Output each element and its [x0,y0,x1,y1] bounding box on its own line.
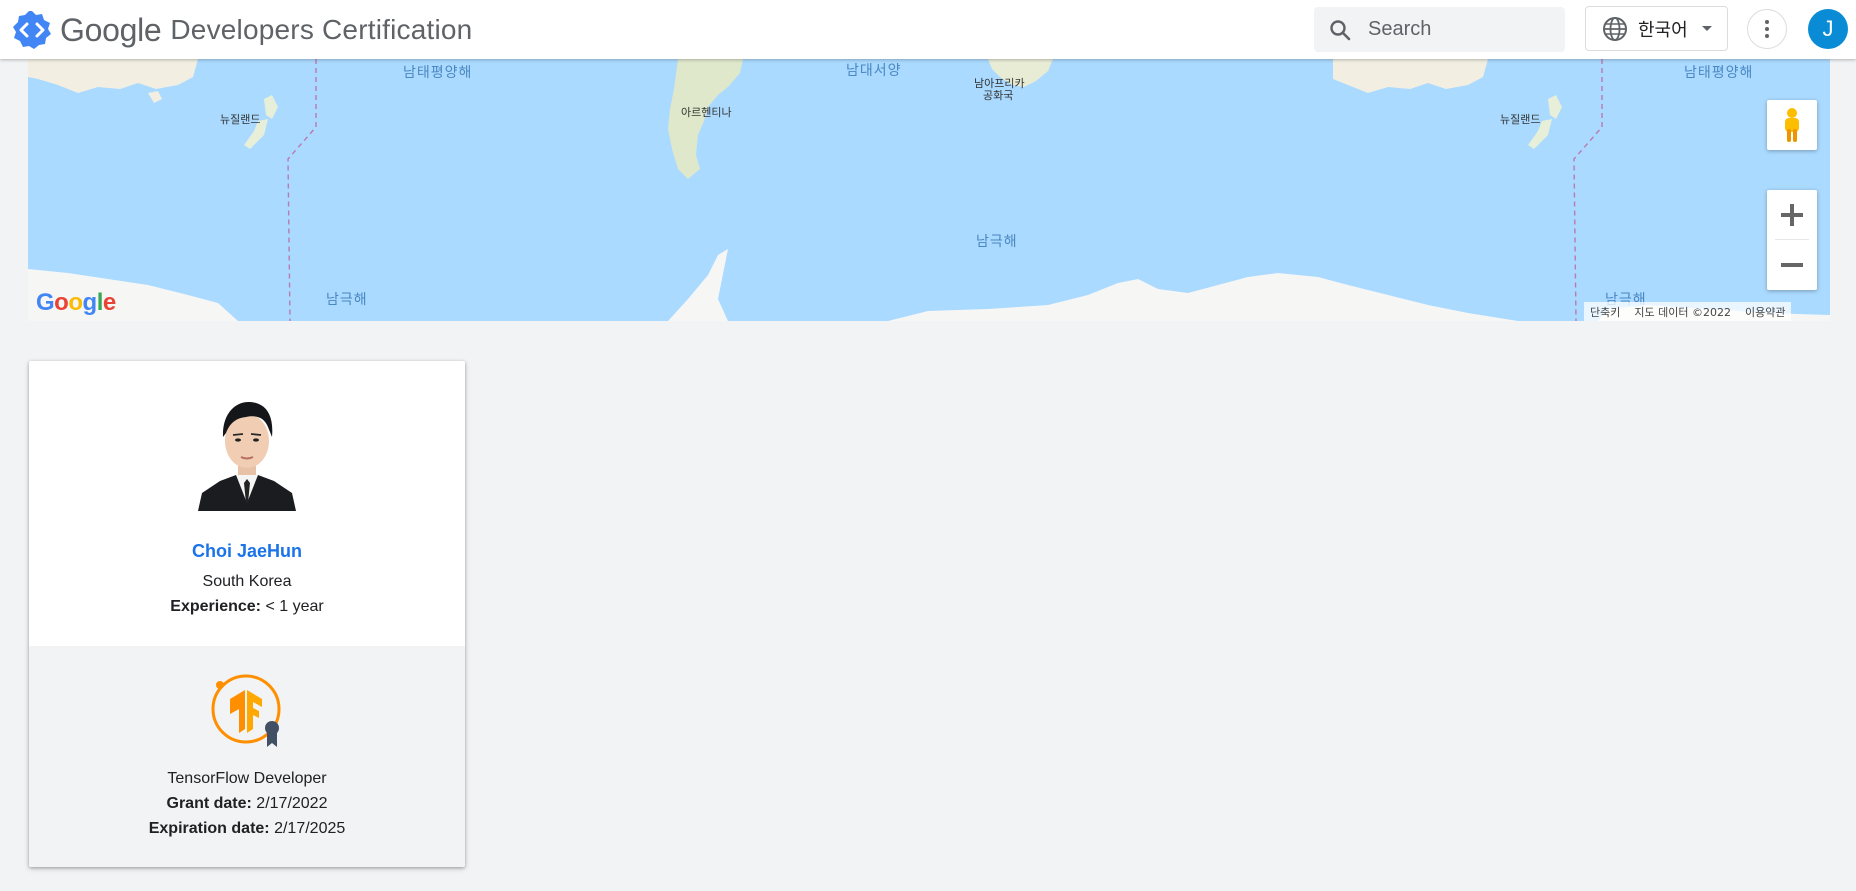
certification-section: TensorFlow Developer Grant date: 2/17/20… [29,646,465,867]
map-label-southern-ocean: 남극해 [976,234,1018,250]
map-label-south-pacific: 남태평양해 [403,65,473,81]
map-google-logo[interactable]: Google [36,289,116,317]
grant-date-value: 2/17/2022 [256,795,328,812]
grant-date: Grant date: 2/17/2022 [29,795,465,813]
expiration-date-label: Expiration date: [148,820,270,837]
brand-title: Developers Certification [170,14,473,45]
map-zoom-controls [1767,190,1817,290]
developer-experience: Experience: < 1 year [29,598,465,616]
globe-icon [1603,16,1627,41]
profile-section: Choi JaeHun South Korea Experience: < 1 … [29,361,465,646]
map-label-new-zealand-right: 뉴질랜드 [1500,113,1541,126]
account-avatar-button[interactable]: J [1808,9,1848,49]
developer-country: South Korea [202,573,292,590]
profile-photo [198,393,296,511]
certification-name: TensorFlow Developer [167,770,327,787]
chevron-down-icon [1701,26,1712,31]
map-label-southern-ocean-left: 남극해 [326,292,368,308]
brand[interactable]: Google Developers Certification [12,10,472,50]
search-icon [1330,19,1351,40]
experience-value: < 1 year [265,598,324,615]
language-label: 한국어 [1638,19,1688,40]
map-label-new-zealand: 뉴질랜드 [220,113,261,126]
plus-icon-vertical [1790,204,1794,226]
zoom-out-button[interactable] [1767,240,1817,290]
developers-logo-icon [13,11,51,49]
minus-icon [1781,263,1803,267]
brand-google-wordmark: Google [60,11,162,48]
map-data-attribution: 지도 데이터 ©2022 [1634,305,1731,319]
developer-name[interactable]: Choi JaeHun [29,541,465,562]
pegman-icon [1785,108,1799,142]
more-vert-icon-dot [1765,20,1769,24]
street-view-pegman-button[interactable] [1767,100,1817,150]
search-input[interactable] [1366,17,1546,42]
map-label-south-pacific-right: 남태평양해 [1684,65,1754,81]
expiration-date: Expiration date: 2/17/2025 [29,820,465,838]
map-label-south-africa-2: 공화국 [983,89,1014,102]
map-tiles [28,59,1830,321]
language-select[interactable]: 한국어 [1585,6,1728,51]
search-box[interactable] [1314,7,1565,52]
expiration-date-value: 2/17/2025 [274,820,346,837]
keyboard-shortcuts-link[interactable]: 단축키 [1590,304,1620,320]
zoom-in-button[interactable] [1767,190,1817,240]
map-label-south-atlantic: 남대서양 [846,63,902,79]
experience-label: Experience: [170,598,261,615]
tensorflow-certificate-badge-icon [211,674,281,747]
more-vert-icon-dot [1765,34,1769,38]
more-vert-icon-dot [1765,27,1769,31]
terms-link[interactable]: 이용약관 [1745,304,1785,320]
more-options-button[interactable] [1747,9,1787,49]
world-map[interactable]: 남태평양해 남대서양 남태평양해 남극해 남극해 남극해 뉴질랜드 뉴질랜드 아… [28,59,1830,321]
profile-photo-image [198,393,296,511]
map-attribution: 단축키 지도 데이터 ©2022 이용약관 [1584,302,1792,321]
top-app-bar: Google Developers Certification 한국어 J [0,0,1856,59]
grant-date-label: Grant date: [166,795,252,812]
certified-developer-card[interactable]: Choi JaeHun South Korea Experience: < 1 … [29,361,465,867]
map-label-argentina: 아르헨티나 [681,106,732,119]
